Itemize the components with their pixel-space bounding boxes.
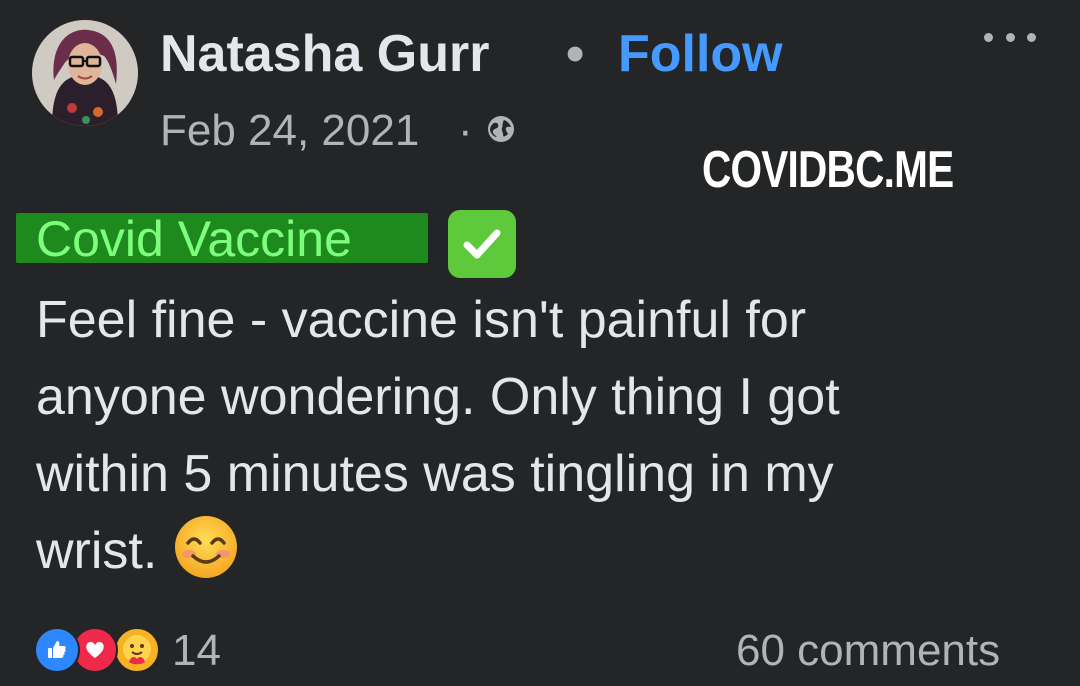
header-separator: • <box>566 25 585 83</box>
post-body-line: within 5 minutes was tingling in my <box>36 445 834 503</box>
check-mark-button-icon <box>448 210 516 278</box>
post-body-line: wrist. <box>36 522 158 580</box>
post-body-line: anyone wondering. Only thing I got <box>36 368 840 426</box>
watermark-text: COVIDBC.ME <box>702 141 954 199</box>
more-dot <box>1027 32 1036 42</box>
follow-button[interactable]: Follow <box>618 22 783 86</box>
post-headline: Covid Vaccine <box>36 211 352 267</box>
post-body: Feel fine - vaccine isn't painful for an… <box>36 282 1046 590</box>
post-body-line: Feel fine - vaccine isn't painful for <box>36 291 807 349</box>
globe-icon[interactable] <box>486 114 516 144</box>
care-glyph <box>123 635 151 665</box>
author-name[interactable]: Natasha Gurr <box>160 22 489 86</box>
post-card: Natasha Gurr • Follow Feb 24, 2021 · COV… <box>0 0 1080 686</box>
like-icon <box>34 627 80 673</box>
heart-glyph <box>86 641 104 658</box>
reaction-count[interactable]: 14 <box>172 624 221 678</box>
more-dot <box>1005 32 1015 42</box>
care-icon <box>114 627 160 673</box>
avatar-image <box>32 20 138 126</box>
author-avatar[interactable] <box>32 20 138 126</box>
more-options-icon[interactable] <box>984 22 1036 52</box>
check-glyph <box>463 229 501 259</box>
comments-link[interactable]: 60 comments <box>736 624 1000 678</box>
date-separator: · <box>458 106 473 155</box>
smiling-face-icon <box>175 516 238 578</box>
thumbs-up-glyph <box>48 641 66 658</box>
post-body-last-line: wrist. <box>36 513 1046 590</box>
more-dot <box>984 32 993 42</box>
post-timestamp[interactable]: Feb 24, 2021 <box>160 104 419 158</box>
